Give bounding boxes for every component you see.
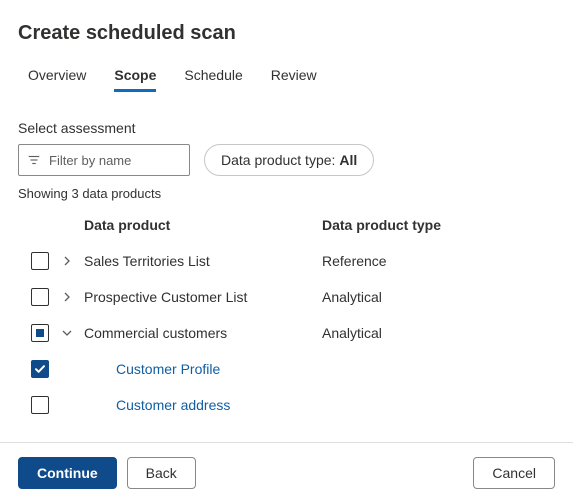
filter-by-name-field[interactable] [47,152,181,169]
table-row: Sales Territories ListReference [18,243,555,279]
tab-overview[interactable]: Overview [28,63,86,92]
page-title: Create scheduled scan [18,22,555,45]
tab-review[interactable]: Review [271,63,317,92]
row-type: Reference [322,253,555,269]
back-button[interactable]: Back [127,457,196,489]
filter-by-name-input[interactable] [18,144,190,176]
footer-bar: Continue Back Cancel [0,442,573,503]
filter-icon [27,153,41,167]
cancel-button[interactable]: Cancel [473,457,555,489]
row-checkbox[interactable] [31,288,49,306]
row-link[interactable]: Customer Profile [84,361,322,377]
tab-bar: Overview Scope Schedule Review [18,63,555,92]
row-name: Prospective Customer List [84,289,322,305]
row-name: Commercial customers [84,325,322,341]
pill-value: All [339,145,357,175]
table-row: Prospective Customer ListAnalytical [18,279,555,315]
row-link[interactable]: Customer address [84,397,322,413]
section-label: Select assessment [18,120,555,136]
chevron-down-icon[interactable] [62,328,72,338]
table-row: Commercial customersAnalytical [18,315,555,351]
table-row: Customer address [18,387,555,423]
row-checkbox[interactable] [31,252,49,270]
data-products-table: Data product Data product type Sales Ter… [18,207,555,423]
col-header-type[interactable]: Data product type [322,217,555,233]
result-count: Showing 3 data products [18,186,555,201]
row-type: Analytical [322,289,555,305]
row-checkbox[interactable] [31,324,49,342]
table-header: Data product Data product type [18,207,555,243]
row-type: Analytical [322,325,555,341]
col-header-product[interactable]: Data product [84,217,322,233]
chevron-right-icon[interactable] [62,256,72,266]
row-name: Sales Territories List [84,253,322,269]
row-checkbox[interactable] [31,396,49,414]
tab-scope[interactable]: Scope [114,63,156,92]
chevron-right-icon[interactable] [62,292,72,302]
pill-prefix: Data product type: [221,145,335,175]
data-product-type-filter[interactable]: Data product type: All [204,144,374,176]
continue-button[interactable]: Continue [18,457,117,489]
table-row: Customer Profile [18,351,555,387]
row-checkbox[interactable] [31,360,49,378]
tab-schedule[interactable]: Schedule [184,63,242,92]
